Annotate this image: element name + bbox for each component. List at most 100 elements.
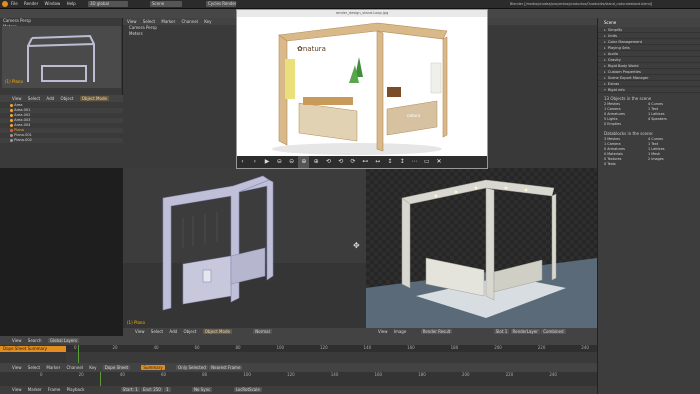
zoom-out-icon[interactable]: ⊖: [274, 156, 285, 168]
scene-select[interactable]: Scene: [150, 1, 182, 7]
app-title: Blender [/media/prueba/proyectos/product…: [510, 2, 653, 6]
stat-speakers: 4 Speakers: [648, 117, 667, 121]
keying-set-select[interactable]: LocRotScale: [233, 387, 262, 392]
vp-orientation-select[interactable]: Normal: [253, 329, 272, 334]
scene-tab[interactable]: Scene: [604, 20, 616, 25]
vp-menu-object[interactable]: Object: [183, 328, 196, 336]
timeline-playhead[interactable]: [100, 372, 101, 386]
dopeb-menu-key[interactable]: Key: [89, 363, 96, 372]
graph-menu-view[interactable]: View: [127, 18, 137, 25]
close-icon[interactable]: ✕: [434, 156, 445, 168]
image-viewer-window: render_design_stand-Loop.jpg ✿natura nat…: [236, 9, 488, 169]
dope-menu-view[interactable]: View: [12, 336, 22, 345]
upper-right-editor: [487, 18, 597, 168]
outliner-header: View Select Add Object Object Mode: [0, 95, 123, 102]
outliner-menu-view[interactable]: View: [12, 95, 22, 102]
playhead[interactable]: [78, 345, 79, 363]
svg-text:natura: natura: [407, 113, 421, 118]
rotate-right-icon[interactable]: ⟳: [348, 156, 359, 168]
graph-menu-select[interactable]: Select: [143, 18, 155, 25]
layer-select[interactable]: RenderLayer: [510, 329, 540, 334]
outliner: View Select Add Object Object Mode Area …: [0, 95, 123, 168]
tl-menu-frame[interactable]: Frame: [48, 386, 60, 394]
graph-menu-channel[interactable]: Channel: [182, 18, 198, 25]
dope-summary-channel[interactable]: Dope Sheet Summary: [0, 346, 66, 352]
thumbnail-object-label: (1) Plano: [5, 79, 23, 84]
dopeb-menu-channel[interactable]: Channel: [67, 363, 83, 372]
current-frame-field[interactable]: 1: [164, 387, 171, 392]
dopeb-menu-view[interactable]: View: [12, 363, 22, 372]
blender-logo-icon[interactable]: [2, 1, 8, 7]
panel-rigid-info[interactable]: ▾ Rigid info: [598, 87, 700, 93]
vp-menu-add[interactable]: Add: [169, 328, 177, 336]
slot-select[interactable]: Slot 1: [493, 329, 510, 334]
info-icon[interactable]: ↕: [397, 156, 408, 168]
graph-menu-key[interactable]: Key: [204, 18, 211, 25]
svg-text:✿natura: ✿natura: [297, 45, 326, 53]
timeline-header: View Marker Frame Playback Start: 1 End:…: [0, 386, 597, 394]
nearest-frame-select[interactable]: Nearest Frame: [209, 365, 243, 370]
rotate-cw-icon[interactable]: ⟲: [335, 156, 346, 168]
image-select[interactable]: Render Result: [420, 329, 453, 334]
dope-sheet: Dope Sheet Summary 0 20 40 60 80 100 120 140 160…: [0, 345, 597, 363]
camera-viewport-thumbnail[interactable]: (1) Plano: [2, 26, 121, 88]
flip-horizontal-icon[interactable]: ↔: [372, 156, 383, 168]
zoom-original-icon[interactable]: ⊕: [311, 156, 322, 168]
rotate-left-icon[interactable]: ⟲: [323, 156, 334, 168]
start-frame-field[interactable]: Start: 1: [120, 387, 140, 392]
fullscreen-icon[interactable]: ▭: [421, 156, 432, 168]
vp-menu-view[interactable]: View: [135, 328, 145, 336]
viewport-object-label: (1) Plano: [127, 320, 145, 325]
img-menu-view[interactable]: View: [378, 328, 388, 336]
stat-empties: 0 Empties: [604, 122, 621, 126]
more-icon[interactable]: ⋯: [409, 156, 420, 168]
outliner-menu-add[interactable]: Add: [46, 95, 54, 102]
menu-render[interactable]: Render: [24, 1, 38, 7]
global-layers-select[interactable]: Global Layers: [47, 338, 80, 343]
dope-sheet-header: View Search Global Layers: [0, 336, 597, 345]
outliner-row[interactable]: Plano.002: [0, 138, 123, 143]
sync-select[interactable]: No Sync: [191, 387, 213, 392]
dope-mode-select[interactable]: Dope Sheet: [102, 365, 131, 370]
dope-sheet-editor-header: View Select Marker Channel Key Dope Shee…: [0, 363, 597, 372]
svg-text:✥: ✥: [353, 241, 360, 250]
tl-menu-playback[interactable]: Playback: [67, 386, 85, 394]
menu-file[interactable]: File: [11, 1, 18, 7]
graph-menu-marker[interactable]: Marker: [161, 18, 175, 25]
menu-window[interactable]: Window: [45, 1, 61, 7]
play-icon[interactable]: ▶: [262, 156, 273, 168]
next-icon[interactable]: ›: [249, 156, 260, 168]
menu-help[interactable]: Help: [67, 1, 76, 7]
zoom-in-icon[interactable]: ⊕: [298, 156, 310, 168]
only-selected-toggle[interactable]: Only Selected: [176, 365, 208, 370]
summary-toggle[interactable]: Summary: [141, 365, 165, 370]
img-menu-image[interactable]: Image: [394, 328, 407, 336]
dopeb-menu-select[interactable]: Select: [28, 363, 40, 372]
end-frame-field[interactable]: End: 250: [141, 387, 163, 392]
properties-tabs: Scene: [598, 18, 700, 27]
outliner-mode-select[interactable]: Object Mode: [79, 96, 109, 101]
stats-grid: 2 Meshes 4 Curves 1 Camera 1 Text 0 Arma…: [598, 102, 700, 127]
image-editor-render[interactable]: View Image Render Result Slot 1 RenderLa…: [366, 168, 597, 336]
flip-vertical-icon[interactable]: ↕: [384, 156, 395, 168]
tl-menu-marker[interactable]: Marker: [28, 386, 42, 394]
flip-icon[interactable]: ⊷: [360, 156, 371, 168]
properties-panel: Scene ▸ Simplify ▸ Units ▸ Color Management…: [597, 18, 700, 394]
prev-icon[interactable]: ‹: [237, 156, 248, 168]
timeline-ruler: 0 20 40 60 80 100 120 140 160 180 200 220 240: [40, 372, 557, 377]
stand-render-image: ✿natura natura: [237, 17, 487, 156]
vp-mode-select[interactable]: Object Mode: [202, 329, 232, 334]
outliner-menu-select[interactable]: Select: [28, 95, 40, 102]
tl-menu-view[interactable]: View: [12, 386, 22, 394]
frame-ruler[interactable]: 0 20 40 60 80 100 120 140 160 180 200 220 240: [66, 345, 597, 352]
dopeb-menu-marker[interactable]: Marker: [46, 363, 60, 372]
outliner-menu-object[interactable]: Object: [60, 95, 73, 102]
graph-editor-header: View Select Marker Channel Key: [123, 18, 238, 25]
3d-viewport-solid[interactable]: ✥ (1) Plano View Select Add Object Objec…: [123, 168, 366, 336]
vp-menu-select[interactable]: Select: [151, 328, 163, 336]
dope-menu-search[interactable]: Search: [28, 336, 42, 345]
pass-select[interactable]: Combined: [541, 329, 566, 334]
screen-layout-select[interactable]: 3D global: [88, 1, 128, 7]
zoom-fit-icon[interactable]: ⊖: [286, 156, 297, 168]
render-engine-select[interactable]: Cycles Render: [206, 1, 237, 7]
